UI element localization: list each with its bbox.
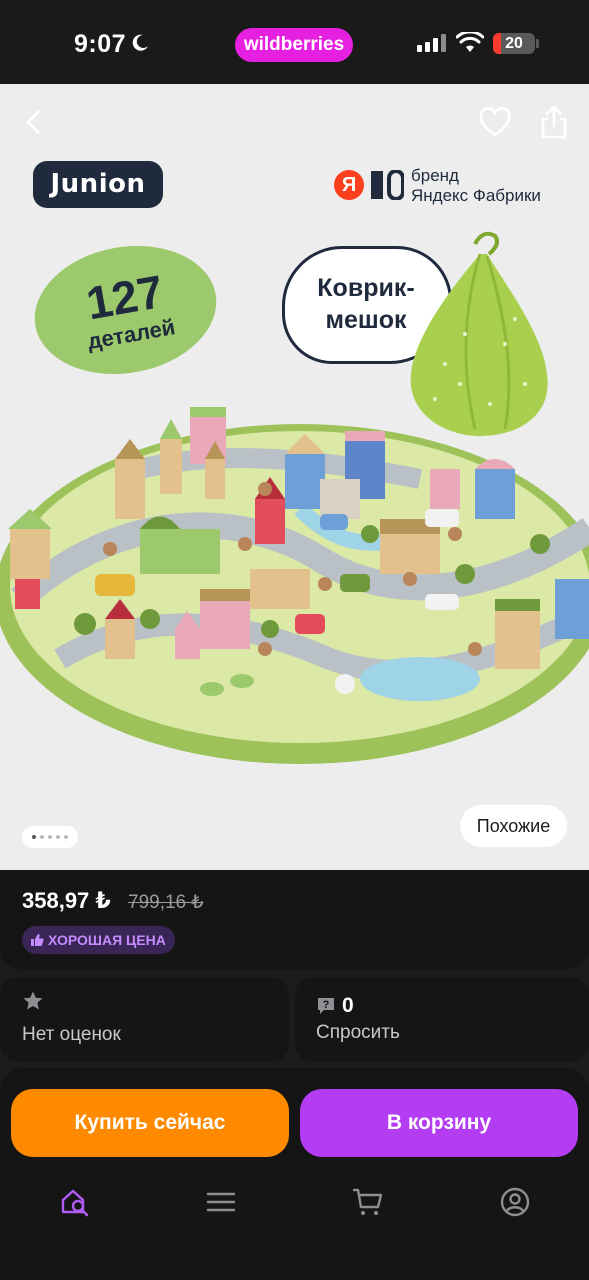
battery-indicator: 20	[493, 33, 535, 54]
question-bubble-icon: ?	[318, 998, 334, 1014]
profile-icon[interactable]	[499, 1186, 531, 1218]
app-pill[interactable]: wildberries	[235, 28, 353, 62]
price-card	[0, 870, 589, 969]
good-price-label: ХОРОШАЯ ЦЕНА	[48, 932, 166, 948]
no-rating-label: Нет оценок	[22, 1024, 121, 1045]
carousel-dot[interactable]	[40, 835, 44, 839]
battery-percent: 20	[505, 35, 523, 52]
playmat-city-illustration	[0, 407, 589, 764]
status-time: 9:07	[74, 30, 127, 58]
battery-tip	[536, 39, 539, 48]
moon-icon	[132, 34, 148, 51]
signal-icon	[417, 34, 446, 52]
current-price: 358,97 ₺	[22, 888, 111, 913]
carousel-dot[interactable]	[56, 835, 60, 839]
carousel-dot[interactable]	[32, 835, 36, 839]
questions-count: 0	[342, 994, 354, 1017]
similar-button[interactable]: Похожие	[460, 805, 567, 847]
status-bar: 9:07 wildberries 20	[0, 0, 589, 84]
cart-icon[interactable]	[352, 1186, 384, 1218]
svg-text:?: ?	[323, 999, 330, 1011]
questions-box[interactable]	[295, 977, 589, 1062]
carousel-dot[interactable]	[48, 835, 52, 839]
yandex-brand-line1: бренд	[411, 166, 459, 185]
yandex-logo: Я	[334, 170, 364, 200]
old-price: 799,16 ₺	[128, 892, 204, 913]
star-icon	[23, 991, 43, 1010]
yandex-brand-text: бренд Яндекс Фабрики	[411, 166, 541, 206]
ask-label: Спросить	[316, 1022, 400, 1043]
share-icon[interactable]	[538, 104, 570, 140]
buy-now-button[interactable]: Купить сейчас	[11, 1089, 289, 1157]
menu-icon[interactable]	[205, 1186, 237, 1218]
wifi-icon	[456, 32, 484, 52]
carousel-dot[interactable]	[64, 835, 68, 839]
home-search-icon[interactable]	[59, 1186, 91, 1218]
favorite-heart-icon[interactable]	[478, 106, 512, 140]
junion-logo: Junion	[33, 161, 163, 208]
product-image-carousel[interactable]: Junion Я бренд Яндекс Фабрики 127 детале…	[0, 84, 589, 870]
back-icon[interactable]	[18, 106, 50, 138]
yandex-brand-line2: Яндекс Фабрики	[411, 186, 541, 205]
thumbs-up-icon	[31, 934, 44, 946]
yandex-factory-mark-icon	[371, 170, 404, 200]
good-price-badge: ХОРОШАЯ ЦЕНА	[22, 926, 175, 954]
add-to-cart-button[interactable]: В корзину	[300, 1089, 578, 1157]
carousel-dots[interactable]	[22, 826, 78, 848]
